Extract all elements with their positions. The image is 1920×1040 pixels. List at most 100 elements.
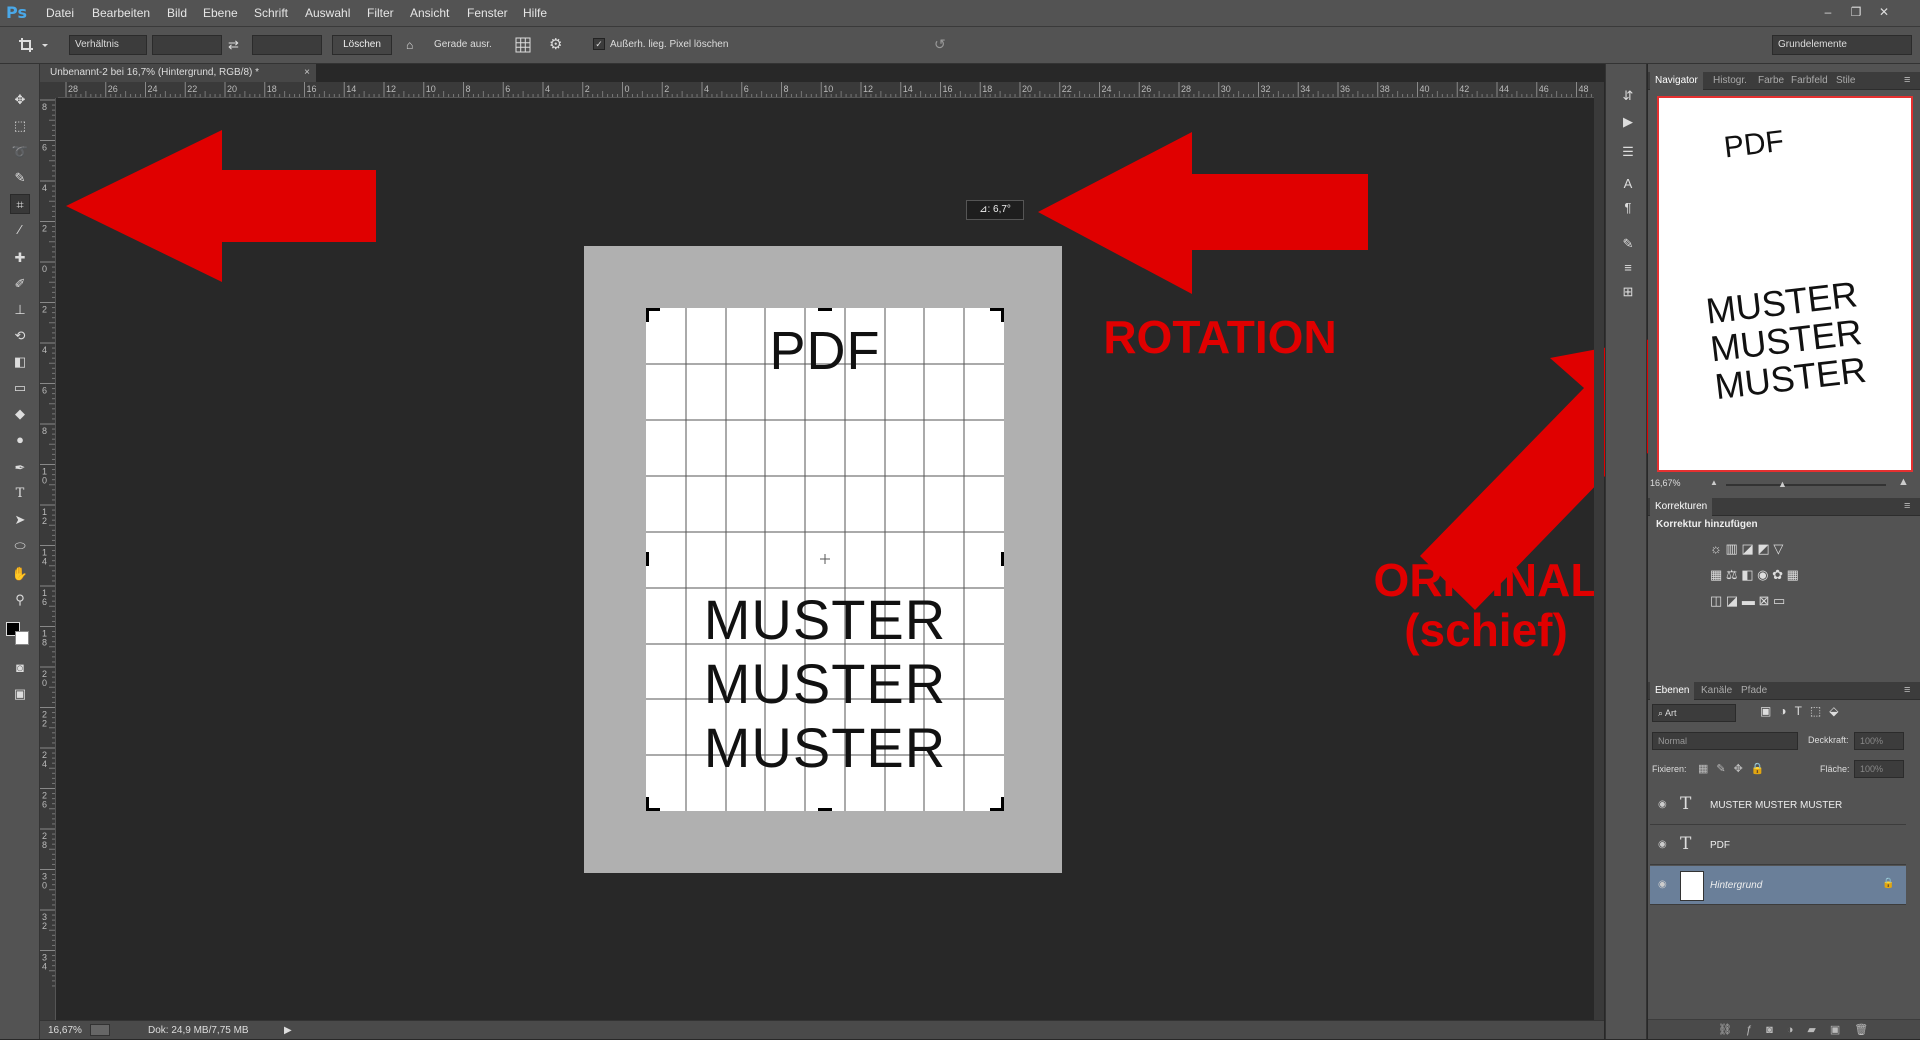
menu-schrift[interactable]: Schrift: [254, 6, 288, 20]
zoom-in-icon[interactable]: ▲: [1898, 476, 1909, 488]
delete-pixels-checkbox[interactable]: ✓: [593, 38, 605, 50]
tab-channels[interactable]: Kanäle: [1696, 682, 1737, 700]
blur-tool-icon[interactable]: ◆: [10, 404, 30, 424]
swap-icon[interactable]: ⇄: [228, 37, 239, 53]
hue-saturation-icon[interactable]: ▦: [1710, 567, 1722, 582]
navigator-zoom-value[interactable]: 16,67%: [1650, 478, 1681, 488]
tab-adjustments[interactable]: Korrekturen: [1650, 498, 1713, 516]
status-menu-arrow-icon[interactable]: ▶: [284, 1021, 292, 1040]
layer-filter-icons[interactable]: ▣◑T⬚⬙: [1760, 704, 1846, 718]
tool-presets-icon[interactable]: ✎: [1618, 234, 1638, 254]
lock-icons[interactable]: ▦✎✥🔒: [1698, 762, 1773, 775]
ratio-width-input[interactable]: [152, 35, 222, 55]
visibility-eye-icon[interactable]: ◉: [1658, 839, 1667, 850]
reset-icon[interactable]: ↺: [934, 36, 946, 53]
black-white-icon[interactable]: ◧: [1741, 567, 1753, 582]
posterize-icon[interactable]: ◪: [1726, 593, 1738, 608]
eraser-tool-icon[interactable]: ◧: [10, 352, 30, 372]
color-lookup-icon[interactable]: ▦: [1787, 567, 1799, 582]
stamp-tool-icon[interactable]: ⊥: [10, 300, 30, 320]
actions-panel-icon[interactable]: ▶: [1618, 112, 1638, 132]
navigator-zoom-thumb[interactable]: ▲: [1778, 479, 1787, 489]
levels-icon[interactable]: ▥: [1726, 541, 1738, 556]
layers-menu-icon[interactable]: ≡: [1904, 684, 1910, 696]
straighten-icon[interactable]: ⌂: [406, 38, 413, 52]
ratio-height-input[interactable]: [252, 35, 322, 55]
menu-ebene[interactable]: Ebene: [203, 6, 238, 20]
eyedropper-tool-icon[interactable]: ⁄: [10, 220, 30, 240]
document-canvas[interactable]: PDF MUSTER MUSTER MUSTER: [646, 308, 1004, 811]
crop-preset-picker[interactable]: [16, 35, 50, 55]
horizontal-ruler[interactable]: 28 26 24 22 20 18 16 14 12 10 8 6 4 2 0 2 4 6 8 10 12 14 16 18 2…: [58, 82, 1604, 98]
gear-icon[interactable]: ⚙: [549, 35, 562, 53]
tab-styles[interactable]: Stile: [1831, 72, 1860, 90]
menu-bild[interactable]: Bild: [167, 6, 187, 20]
navigator-preview[interactable]: PDF MUSTER MUSTER MUSTER: [1652, 90, 1916, 486]
photo-filter-icon[interactable]: ◉: [1757, 567, 1768, 582]
hand-tool-icon[interactable]: ✋: [10, 564, 30, 584]
type-tool-icon[interactable]: T: [10, 484, 30, 504]
layer-name[interactable]: Hintergrund: [1710, 880, 1762, 891]
visibility-eye-icon[interactable]: ◉: [1658, 799, 1667, 810]
character-panel-icon[interactable]: A: [1618, 174, 1638, 194]
zoom-out-icon[interactable]: ▲: [1710, 478, 1718, 487]
threshold-icon[interactable]: ▬: [1742, 593, 1755, 608]
color-balance-icon[interactable]: ⚖: [1726, 567, 1738, 582]
invert-icon[interactable]: ◫: [1710, 593, 1722, 608]
menu-auswahl[interactable]: Auswahl: [305, 6, 350, 20]
blend-mode-select[interactable]: Normal: [1652, 732, 1798, 750]
status-zoom[interactable]: 16,67%: [48, 1021, 82, 1040]
canvas-area[interactable]: PDF MUSTER MUSTER MUSTER ⊿: 6,7° ROTATIO…: [56, 98, 1710, 1020]
layer-row-background[interactable]: ◉ Hintergrund 🔒: [1650, 866, 1906, 905]
pen-tool-icon[interactable]: ✒: [10, 458, 30, 478]
dodge-tool-icon[interactable]: ●: [10, 430, 30, 450]
tab-color[interactable]: Farbe: [1753, 72, 1789, 90]
layer-row-pdf[interactable]: ◉ T PDF: [1650, 826, 1906, 865]
screen-mode-icon[interactable]: ▣: [10, 684, 30, 704]
tab-layers[interactable]: Ebenen: [1650, 682, 1695, 700]
close-window-button[interactable]: ✕: [1871, 2, 1897, 22]
menu-hilfe[interactable]: Hilfe: [523, 6, 547, 20]
grid-overlay-icon[interactable]: [515, 37, 531, 56]
ellipse-tool-icon[interactable]: ⬭: [10, 536, 30, 556]
minimize-button[interactable]: –: [1815, 2, 1841, 22]
gradient-tool-icon[interactable]: ▭: [10, 378, 30, 398]
channel-mixer-icon[interactable]: ✿: [1772, 567, 1783, 582]
brush-presets-icon[interactable]: ≡: [1618, 258, 1638, 278]
exposure-icon[interactable]: ◩: [1757, 541, 1769, 556]
workspace-select[interactable]: Grundelemente: [1772, 35, 1912, 55]
zoom-tool-icon[interactable]: ⚲: [10, 590, 30, 610]
menu-bearbeiten[interactable]: Bearbeiten: [92, 6, 150, 20]
navigator-menu-icon[interactable]: ≡: [1904, 74, 1910, 86]
opacity-input[interactable]: 100%: [1854, 732, 1904, 750]
restore-button[interactable]: ❐: [1843, 2, 1869, 22]
history-brush-tool-icon[interactable]: ⟲: [10, 326, 30, 346]
delete-pixels-label[interactable]: Außerh. lieg. Pixel löschen: [610, 39, 728, 50]
layer-filter-select[interactable]: ⌕ Art: [1652, 704, 1736, 722]
lasso-tool-icon[interactable]: ➰: [10, 142, 30, 162]
straighten-label[interactable]: Gerade ausr.: [434, 39, 492, 50]
ratio-select[interactable]: Verhältnis: [69, 35, 147, 55]
adjustments-menu-icon[interactable]: ≡: [1904, 500, 1910, 512]
menu-filter[interactable]: Filter: [367, 6, 394, 20]
healing-brush-tool-icon[interactable]: ✚: [10, 248, 30, 268]
menu-datei[interactable]: Datei: [46, 6, 74, 20]
vertical-ruler[interactable]: 86420246810121416182022242628303234: [40, 98, 56, 1020]
tab-histogram[interactable]: Histogr.: [1708, 72, 1752, 90]
tab-swatches[interactable]: Farbfeld: [1786, 72, 1833, 90]
navigator-proxy-view[interactable]: PDF MUSTER MUSTER MUSTER: [1657, 96, 1913, 472]
gradient-map-icon[interactable]: ▭: [1773, 593, 1785, 608]
move-tool-icon[interactable]: ✥: [10, 90, 30, 110]
menu-ansicht[interactable]: Ansicht: [410, 6, 449, 20]
brightness-icon[interactable]: ☼: [1710, 541, 1722, 556]
clone-source-icon[interactable]: ⊞: [1618, 282, 1638, 302]
vertical-scrollbar[interactable]: [1594, 82, 1604, 1020]
navigator-zoom-slider[interactable]: [1726, 484, 1886, 486]
tab-navigator[interactable]: Navigator: [1650, 72, 1703, 90]
layer-name[interactable]: MUSTER MUSTER MUSTER: [1710, 800, 1842, 811]
history-panel-icon[interactable]: ⇵: [1618, 86, 1638, 106]
ruler-origin[interactable]: [40, 82, 58, 98]
layer-row-muster[interactable]: ◉ T MUSTER MUSTER MUSTER: [1650, 786, 1906, 825]
tab-paths[interactable]: Pfade: [1736, 682, 1772, 700]
vibrance-icon[interactable]: ▽: [1773, 541, 1783, 556]
